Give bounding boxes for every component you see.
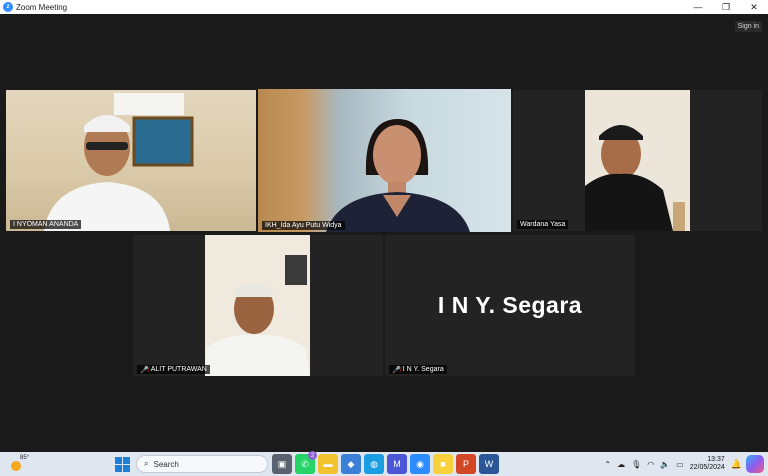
microsoft-store-icon[interactable]: ◆ xyxy=(341,454,361,474)
participant-name: I N Y. Segara xyxy=(402,366,444,373)
video-tile-participant-4[interactable]: 🎤̸ ALIT PUTRAWAN xyxy=(133,235,383,376)
participant-figure xyxy=(326,119,470,232)
video-tile-participant-2[interactable]: IKH_Ida Ayu Putu Widya xyxy=(258,89,511,232)
participant-name-tag: I NYOMAN ANANDA xyxy=(10,220,82,229)
taskbar-search-box[interactable]: ⌕ Search xyxy=(136,455,268,473)
notification-badge: 2 xyxy=(308,451,317,460)
participant-name-placeholder: I N Y. Segara xyxy=(437,292,583,318)
microphone-muted-icon: 🎤̸ xyxy=(140,366,149,374)
restore-button[interactable]: ❐ xyxy=(712,0,740,14)
wifi-icon[interactable]: ◠ xyxy=(647,460,654,469)
search-placeholder: Search xyxy=(153,459,179,469)
weather-sun-icon xyxy=(11,461,21,471)
edge-icon[interactable]: ◍ xyxy=(364,454,384,474)
minimize-button[interactable]: — xyxy=(684,0,712,14)
windows-start-icon[interactable] xyxy=(112,454,132,474)
word-icon[interactable]: W xyxy=(479,454,499,474)
weather-temperature: 85° xyxy=(20,455,30,461)
participant-name-tag: IKH_Ida Ayu Putu Widya xyxy=(262,221,345,230)
taskbar-pinned-apps: ▣ ✆ 2 ▬ ◆ ◍ M ◉ ■ P W xyxy=(272,451,499,474)
participant-name-tag: 🎤̸ I N Y. Segara xyxy=(389,365,447,374)
participant-name-tag: Wardana Yasa xyxy=(517,220,569,229)
window-title-bar: z Zoom Meeting — ❐ ✕ xyxy=(0,0,768,14)
participant-name-tag: 🎤̸ ALIT PUTRAWAN xyxy=(137,365,210,374)
task-view-icon[interactable]: ▣ xyxy=(272,454,292,474)
meeting-video-area: Sign in I NYOMAN ANANDA IKH_Ida Ayu Putu… xyxy=(0,14,768,452)
participant-video xyxy=(205,235,310,376)
microphone-icon[interactable]: 🎙 xyxy=(631,460,641,469)
clock[interactable]: 13:37 22/05/2024 xyxy=(690,456,725,472)
taskbar-center: ⌕ Search ▣ ✆ 2 ▬ ◆ ◍ M ◉ ■ P W xyxy=(112,451,499,474)
participant-figure xyxy=(585,90,690,231)
window-title: Zoom Meeting xyxy=(16,2,68,12)
window-controls: — ❐ ✕ xyxy=(684,0,768,14)
participant-name: IKH_Ida Ayu Putu Widya xyxy=(265,222,342,229)
participant-name: Wardana Yasa xyxy=(520,221,566,228)
sign-in-button[interactable]: Sign in xyxy=(734,21,762,32)
onedrive-cloud-icon[interactable]: ☁ xyxy=(617,460,625,469)
video-tile-participant-5[interactable]: I N Y. Segara 🎤̸ I N Y. Segara xyxy=(385,235,635,376)
file-explorer-icon[interactable]: ▬ xyxy=(318,454,338,474)
microphone-muted-icon: 🎤̸ xyxy=(392,366,401,374)
clock-time: 13:37 xyxy=(707,456,725,463)
sticky-notes-icon[interactable]: ■ xyxy=(433,454,453,474)
battery-icon[interactable]: ▭ xyxy=(676,460,684,469)
video-tile-participant-1[interactable]: I NYOMAN ANANDA xyxy=(6,90,256,231)
clock-date: 22/05/2024 xyxy=(689,464,725,471)
volume-icon[interactable]: 🔈 xyxy=(660,460,670,469)
search-icon: ⌕ xyxy=(144,459,149,468)
weather-widget[interactable]: 85° xyxy=(8,455,30,473)
zoom-icon: z xyxy=(3,2,13,12)
copilot-icon[interactable] xyxy=(746,455,764,473)
video-tile-participant-3[interactable]: Wardana Yasa xyxy=(513,90,762,231)
chevron-up-icon[interactable]: ⌃ xyxy=(604,460,611,469)
taskbar: 85° ⌕ Search ▣ ✆ 2 ▬ ◆ ◍ M ◉ ■ P W ⌃ ☁ 🎙 ◠ 🔈 ▭ 13:… xyxy=(0,451,768,476)
notification-bell-icon[interactable]: 🔔 xyxy=(731,459,742,470)
participant-figure xyxy=(44,93,194,231)
participant-name: ALIT PUTRAWAN xyxy=(150,366,207,373)
participant-name: I NYOMAN ANANDA xyxy=(13,221,79,228)
close-button[interactable]: ✕ xyxy=(740,0,768,14)
whatsapp-icon[interactable]: ✆ 2 xyxy=(295,451,317,474)
app-icon[interactable]: M xyxy=(387,454,407,474)
zoom-icon[interactable]: ◉ xyxy=(410,454,430,474)
system-tray: ⌃ ☁ 🎙 ◠ 🔈 ▭ 13:37 22/05/2024 🔔 xyxy=(604,454,742,474)
powerpoint-icon[interactable]: P xyxy=(456,454,476,474)
